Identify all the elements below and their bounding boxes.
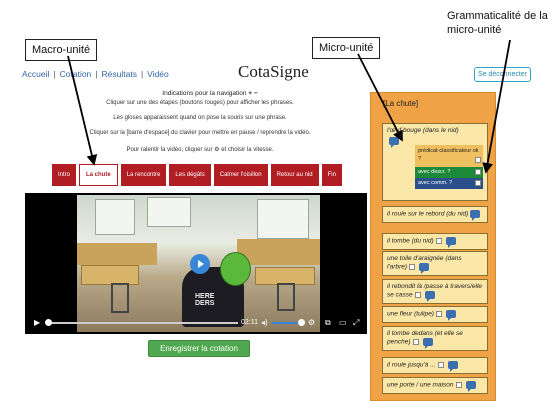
step-les-degats[interactable]: Les dégâts <box>169 164 211 186</box>
comment-icon[interactable] <box>465 381 476 392</box>
step-retour-au-nid[interactable]: Retour au nid <box>270 164 319 186</box>
nav-cotation[interactable]: Cotation <box>60 69 92 79</box>
popout-icon[interactable]: ⧉ <box>325 314 331 332</box>
play-pause-icon[interactable]: ▶ <box>34 314 40 332</box>
step-fin[interactable]: Fin <box>321 164 342 186</box>
classroom-window <box>147 197 191 227</box>
chair <box>111 283 129 313</box>
table <box>81 265 139 285</box>
comment-icon[interactable] <box>447 361 458 372</box>
comment-icon[interactable] <box>445 237 456 248</box>
instruction-line: Pour ralentir la vidéo, cliquer sur ⚙ et… <box>126 147 274 153</box>
classroom-window <box>257 199 309 239</box>
comment-icon[interactable] <box>445 310 456 321</box>
expand-plus-icon[interactable]: + <box>248 90 252 97</box>
comment-icon[interactable] <box>424 291 435 303</box>
predicate-ok-row: prédicat-classificateur ok ? <box>415 145 483 167</box>
card-checkbox[interactable] <box>455 382 462 388</box>
comment-icon[interactable] <box>470 210 481 221</box>
progress-knob[interactable] <box>45 319 52 326</box>
micro-unit-card[interactable]: il tombe dedans (et elle se penche) <box>382 326 488 351</box>
collapse-minus-icon[interactable]: − <box>254 90 258 97</box>
micro-unit-card[interactable]: une fleur (tulipe) <box>382 306 488 323</box>
comment-icon[interactable] <box>422 338 433 350</box>
progress-bar[interactable] <box>45 319 238 326</box>
micro-unit-card[interactable]: une toile d'araignée (dans l'arbre) <box>382 251 488 276</box>
predicate-ok-checkbox[interactable] <box>475 157 481 163</box>
step-intro[interactable]: Intro <box>52 164 77 186</box>
micro-unit-card[interactable]: il roule sur le rebord (du nid) <box>382 206 488 223</box>
fullscreen-icon[interactable]: ⤢ <box>353 314 359 332</box>
step-buttons: Intro La chute La rencontre Les dégâts C… <box>52 164 342 186</box>
instruction-line: Les gloses apparaissent quand on pose la… <box>113 115 287 121</box>
time-display: 02:11 <box>241 319 258 326</box>
card-checkbox[interactable] <box>409 264 416 271</box>
micro-unit-card[interactable]: il roule jusqu'à ... <box>382 357 488 374</box>
face-mask <box>220 252 251 286</box>
card-checkbox[interactable] <box>412 339 419 346</box>
volume-icon[interactable]: ◂) <box>261 314 268 332</box>
micro-unit-card[interactable]: l'œuf bouge (dans le nid) prédicat-class… <box>382 123 488 201</box>
panel-title: [La chute] <box>383 99 419 108</box>
micro-unit-card[interactable]: il tombe (du nid) <box>382 233 488 250</box>
top-nav: Accueil | Cotation | Résultats | Vidéo <box>22 69 169 79</box>
nav-resultats[interactable]: Résultats <box>102 69 137 79</box>
card-checkbox[interactable] <box>437 362 444 368</box>
with-comment-checkbox[interactable] <box>475 180 481 186</box>
volume-slider[interactable] <box>272 319 305 326</box>
micro-unit-callout: Micro-unité <box>312 37 381 60</box>
comment-icon[interactable] <box>419 263 430 275</box>
shirt-text: HERE DERS <box>195 293 215 307</box>
cast-icon[interactable]: ▭ <box>339 314 347 332</box>
with-description-checkbox[interactable] <box>475 169 481 175</box>
micro-unit-card[interactable]: une porte / une maison <box>382 377 488 394</box>
card-text: l'œuf bouge (dans le nid) <box>387 127 459 134</box>
instruction-line: Cliquer sur la [barre d'espace] du clavi… <box>89 130 311 136</box>
card-checkbox[interactable] <box>435 311 442 317</box>
nav-accueil[interactable]: Accueil <box>22 69 49 79</box>
instructions-title: Indications pour la navigation + − <box>162 90 258 97</box>
shelf <box>77 243 157 265</box>
brand-title: CotaSigne <box>238 62 309 81</box>
instruction-line: Cliquer sur une des étapes (boutons roug… <box>106 100 294 106</box>
logout-button[interactable]: Se déconnecter <box>474 67 531 82</box>
step-la-chute[interactable]: La chute <box>79 164 118 186</box>
step-calmer-oisillon[interactable]: Calmer l'oisillon <box>213 164 268 186</box>
card-checkbox[interactable] <box>435 238 442 244</box>
card-checkbox[interactable] <box>414 292 421 299</box>
micro-unit-card[interactable]: il rebondit là /passe à travers/elle se … <box>382 279 488 304</box>
macro-unit-callout: Macro-unité <box>25 39 98 62</box>
comment-icon[interactable] <box>389 137 399 149</box>
video-controls: ▶ 02:11 ◂) ⚙ ⧉ ▭ ⤢ <box>25 314 367 332</box>
play-icon[interactable] <box>190 254 210 274</box>
with-comment-row: avec comm. ? <box>415 178 483 189</box>
step-la-rencontre[interactable]: La rencontre <box>120 164 167 186</box>
video-frame: HERE DERS <box>77 195 320 332</box>
save-cotation-button[interactable]: Enregistrer la cotation <box>148 340 250 357</box>
settings-icon[interactable]: ⚙ <box>308 314 315 332</box>
nav-video[interactable]: Vidéo <box>147 69 169 79</box>
grammaticality-callout: Grammaticalité de la micro-unité <box>447 10 548 37</box>
grammaticality-box: prédicat-classificateur ok ? avec descr.… <box>415 145 483 189</box>
chair <box>277 283 295 311</box>
volume-knob[interactable] <box>298 319 305 326</box>
video-player[interactable]: HERE DERS ▶ 02:11 ◂) ⚙ ⧉ ▭ ⤢ <box>25 193 367 334</box>
with-description-row: avec descr. ? <box>415 167 483 178</box>
screenshot: Macro-unité Micro-unité Grammaticalité d… <box>0 0 557 401</box>
classroom-window <box>95 199 135 235</box>
micro-unit-panel: [La chute] l'œuf bouge (dans le nid) pré… <box>370 92 496 401</box>
